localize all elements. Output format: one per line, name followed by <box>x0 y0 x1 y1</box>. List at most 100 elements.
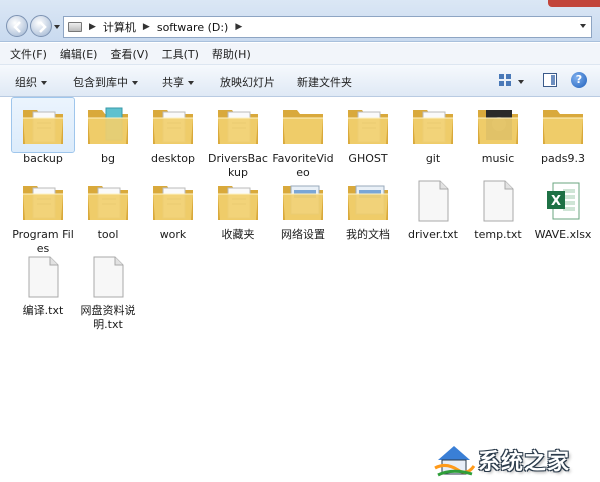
preview-pane-icon[interactable] <box>543 73 557 87</box>
item-label: 收藏夹 <box>221 228 255 241</box>
folder-icon <box>77 98 139 152</box>
address-path-input[interactable]: ▶ 计算机 ▶ software (D:) ▶ <box>63 16 592 38</box>
menu-edit[interactable]: 编辑(E) <box>60 46 98 62</box>
breadcrumb-separator-icon[interactable]: ▶ <box>143 22 150 32</box>
breadcrumb-computer[interactable]: 计算机 <box>103 19 136 35</box>
file-list: backup bg desktop DriversBackup Favorite… <box>0 97 600 482</box>
menu-tools[interactable]: 工具(T) <box>162 46 199 62</box>
close-button[interactable] <box>548 0 600 7</box>
item-label: git <box>425 152 441 165</box>
folder-icon <box>207 174 269 228</box>
house-logo-icon <box>434 446 476 477</box>
include-library-button[interactable]: 包含到库中 <box>73 74 138 90</box>
folder-item-git[interactable]: git <box>401 98 465 166</box>
slideshow-button[interactable]: 放映幻灯片 <box>220 74 275 90</box>
item-label: 网盘资料说明.txt <box>80 304 136 331</box>
item-label: 编译.txt <box>22 304 64 317</box>
text-file-icon <box>467 174 529 228</box>
file-item-wave-xlsx[interactable]: X WAVE.xlsx <box>531 174 595 242</box>
share-label: 共享 <box>162 76 184 89</box>
menu-help[interactable]: 帮助(H) <box>212 46 251 62</box>
organize-button[interactable]: 组织 <box>15 74 47 90</box>
folder-icon <box>337 174 399 228</box>
chevron-down-icon <box>132 81 138 85</box>
item-label: 我的文档 <box>346 228 390 241</box>
excel-file-icon: X <box>532 174 594 228</box>
menu-file[interactable]: 文件(F) <box>10 46 47 62</box>
item-label: driver.txt <box>408 228 458 241</box>
folder-item-backup[interactable]: backup <box>11 97 75 166</box>
folder-item-music[interactable]: music <box>466 98 530 166</box>
folder-item-网络设置[interactable]: 网络设置 <box>271 174 335 242</box>
folder-icon <box>142 174 204 228</box>
folder-icon <box>77 174 139 228</box>
item-label: bg <box>101 152 115 165</box>
item-label: work <box>159 228 187 241</box>
folder-item-tool[interactable]: tool <box>76 174 140 242</box>
item-label: WAVE.xlsx <box>534 228 592 241</box>
item-label: temp.txt <box>474 228 522 241</box>
recent-pages-dropdown-icon[interactable] <box>53 23 61 31</box>
folder-item-work[interactable]: work <box>141 174 205 242</box>
file-item-网盘资料说明-txt[interactable]: 网盘资料说明.txt <box>76 250 140 332</box>
folder-icon <box>337 98 399 152</box>
folder-icon <box>272 98 334 152</box>
watermark-logo: 系统之家 <box>430 438 600 482</box>
folder-icon <box>12 174 74 228</box>
item-label: pads9.3 <box>541 152 585 165</box>
item-label: GHOST <box>348 152 388 165</box>
svg-text:X: X <box>551 194 561 209</box>
item-label: tool <box>97 228 119 241</box>
help-icon[interactable]: ? <box>571 72 587 88</box>
slideshow-label: 放映幻灯片 <box>220 76 275 89</box>
include-library-label: 包含到库中 <box>73 76 128 89</box>
new-folder-button[interactable]: 新建文件夹 <box>297 74 352 90</box>
new-folder-label: 新建文件夹 <box>297 76 352 89</box>
folder-icon <box>467 98 529 152</box>
watermark-text: 系统之家 <box>478 450 571 475</box>
item-label: backup <box>23 152 63 165</box>
folder-item-desktop[interactable]: desktop <box>141 98 205 166</box>
folder-icon <box>272 174 334 228</box>
path-dropdown-icon[interactable] <box>579 22 587 30</box>
folder-item-我的文档[interactable]: 我的文档 <box>336 174 400 242</box>
item-label: desktop <box>151 152 195 165</box>
breadcrumb-separator-icon[interactable]: ▶ <box>89 22 96 32</box>
address-bar: ▶ 计算机 ▶ software (D:) ▶ <box>0 0 600 42</box>
menu-bar: 文件(F) 编辑(E) 查看(V) 工具(T) 帮助(H) <box>0 43 600 65</box>
file-item-temp-txt[interactable]: temp.txt <box>466 174 530 242</box>
menu-view[interactable]: 查看(V) <box>110 46 148 62</box>
item-label: music <box>481 152 515 165</box>
folder-item-favoritevideo[interactable]: FavoriteVideo <box>271 98 335 180</box>
folder-icon <box>402 98 464 152</box>
organize-label: 组织 <box>15 76 37 89</box>
chevron-down-icon <box>188 81 194 85</box>
folder-item-pads9-3[interactable]: pads9.3 <box>531 98 595 166</box>
view-options-icon[interactable] <box>498 73 512 87</box>
forward-arrow-icon <box>39 21 47 33</box>
folder-item-bg[interactable]: bg <box>76 98 140 166</box>
folder-icon <box>11 97 75 153</box>
folder-icon <box>532 98 594 152</box>
drive-icon <box>68 22 82 32</box>
back-button[interactable] <box>6 15 28 37</box>
chevron-down-icon <box>41 81 47 85</box>
folder-item-ghost[interactable]: GHOST <box>336 98 400 166</box>
back-arrow-icon <box>13 21 21 33</box>
folder-item-program-files[interactable]: Program Files <box>11 174 75 256</box>
text-file-icon <box>77 250 139 304</box>
text-file-icon <box>12 250 74 304</box>
forward-button[interactable] <box>30 15 52 37</box>
file-item-driver-txt[interactable]: driver.txt <box>401 174 465 242</box>
folder-item-收藏夹[interactable]: 收藏夹 <box>206 174 270 242</box>
share-button[interactable]: 共享 <box>162 74 194 90</box>
folder-item-driversbackup[interactable]: DriversBackup <box>206 98 270 180</box>
breadcrumb-separator-icon[interactable]: ▶ <box>235 22 242 32</box>
folder-icon <box>142 98 204 152</box>
folder-icon <box>207 98 269 152</box>
file-item-编译-txt[interactable]: 编译.txt <box>11 250 75 318</box>
text-file-icon <box>402 174 464 228</box>
view-dropdown-icon[interactable] <box>518 80 524 84</box>
breadcrumb-drive[interactable]: software (D:) <box>157 21 229 34</box>
item-label: 网络设置 <box>281 228 325 241</box>
